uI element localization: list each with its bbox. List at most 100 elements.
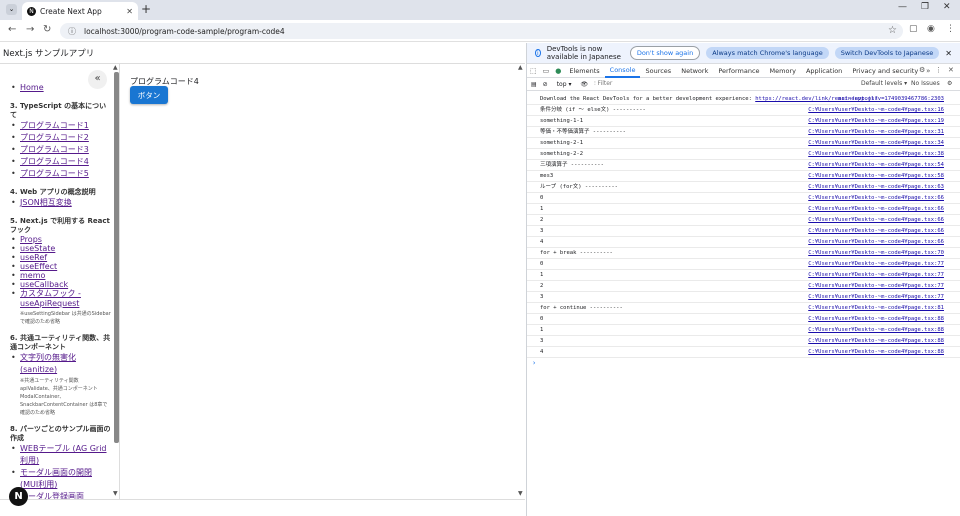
sidebar-item-code2[interactable]: プログラムコード2 bbox=[10, 132, 112, 144]
source-link[interactable]: C:¥Users¥user¥Deskto-~m-code4¥page.tsx:3… bbox=[808, 138, 944, 148]
source-link[interactable]: C:¥Users¥user¥Deskto-~m-code4¥page.tsx:8… bbox=[808, 314, 944, 324]
sidebar-item-web-table[interactable]: WEBテーブル (AG Grid利用) bbox=[10, 443, 112, 467]
close-devtools-icon[interactable]: ✕ bbox=[948, 66, 954, 74]
source-link[interactable]: C:¥Users¥user¥Deskto-~m-code4¥page.tsx:6… bbox=[808, 237, 944, 247]
source-link[interactable]: C:¥Users¥user¥Deskto-~m-code4¥page.tsx:6… bbox=[808, 226, 944, 236]
inspect-icon[interactable]: ⬚ bbox=[527, 67, 540, 75]
tab-console[interactable]: Console bbox=[604, 64, 641, 78]
sidebar-item-code5[interactable]: プログラムコード5 bbox=[10, 168, 112, 180]
info-icon: i bbox=[535, 49, 541, 57]
back-icon[interactable]: ← bbox=[8, 24, 16, 35]
sidebar-toggle-icon[interactable]: ▤ bbox=[531, 81, 537, 88]
address-bar[interactable]: ⓘ localhost:3000/program-code-sample/pro… bbox=[60, 23, 903, 39]
source-link[interactable]: C:¥Users¥user¥Deskto-~m-code4¥page.tsx:7… bbox=[808, 248, 944, 258]
sidebar-item-code4[interactable]: プログラムコード4 bbox=[10, 156, 112, 168]
sidebar-item-json[interactable]: JSON相互変換 bbox=[10, 197, 112, 209]
match-language-button[interactable]: Always match Chrome's language bbox=[706, 47, 829, 59]
issues-counter[interactable]: No Issues bbox=[911, 80, 940, 87]
tab-search-icon[interactable]: ⌄ bbox=[6, 4, 17, 15]
source-link[interactable]: C:¥Users¥user¥Deskto-~m-code4¥page.tsx:8… bbox=[808, 325, 944, 335]
source-link[interactable]: C:¥Users¥user¥Deskto-~m-code4¥page.tsx:5… bbox=[808, 160, 944, 170]
filter-input[interactable]: ⫶ Filter bbox=[594, 80, 774, 88]
sidebar-note: ※useSettingSidebar は共通のSidebarで確認のため省略 bbox=[20, 311, 111, 325]
source-link[interactable]: C:¥Users¥user¥Deskto-~m-code4¥page.tsx:1… bbox=[808, 105, 944, 115]
action-button[interactable]: ボタン bbox=[130, 86, 168, 104]
source-link[interactable]: C:¥Users¥user¥Deskto-~m-code4¥page.tsx:6… bbox=[808, 193, 944, 203]
sidebar-item-usecallback[interactable]: useCallback bbox=[10, 280, 112, 289]
source-link[interactable]: C:¥Users¥user¥Deskto-~m-code4¥page.tsx:8… bbox=[808, 336, 944, 346]
extension-icon[interactable]: ▢ bbox=[909, 24, 918, 34]
source-link[interactable]: C:¥Users¥user¥Deskto-~m-code4¥page.tsx:7… bbox=[808, 292, 944, 302]
sidebar-item-props[interactable]: Props bbox=[10, 235, 112, 244]
source-link[interactable]: C:¥Users¥user¥Deskto-~m-code4¥page.tsx:8… bbox=[808, 347, 944, 357]
settings-gear-icon[interactable]: ⚙ bbox=[919, 66, 925, 74]
source-link[interactable]: C:¥Users¥user¥Deskto-~m-code4¥page.tsx:3… bbox=[808, 127, 944, 137]
sidebar-item-modal[interactable]: モーダル画面の開閉 (MUI利用) bbox=[10, 467, 112, 491]
bookmark-star-icon[interactable]: ☆ bbox=[888, 25, 897, 36]
live-expression-icon[interactable]: 👁 bbox=[580, 81, 588, 88]
tab-elements[interactable]: Elements bbox=[564, 64, 604, 78]
clear-console-icon[interactable]: ⊘ bbox=[543, 81, 548, 88]
tab-sources[interactable]: Sources bbox=[640, 64, 676, 78]
log-levels-select[interactable]: Default levels ▾ bbox=[861, 80, 907, 87]
source-link[interactable]: C:¥Users¥user¥Deskto-~m-code4¥page.tsx:3… bbox=[808, 149, 944, 159]
source-link[interactable]: C:¥Users¥user¥Deskto-~m-code4¥page.tsx:6… bbox=[808, 182, 944, 192]
console-row: 2 C:¥Users¥user¥Deskto-~m-code4¥page.tsx:… bbox=[527, 281, 960, 292]
tab-application[interactable]: Application bbox=[801, 64, 847, 78]
sidebar-item-memo[interactable]: memo bbox=[10, 271, 112, 280]
switch-language-button[interactable]: Switch DevTools to Japanese bbox=[834, 47, 940, 59]
source-link[interactable]: C:¥Users¥user¥Deskto-~m-code4¥page.tsx:6… bbox=[808, 204, 944, 214]
dont-show-again-button[interactable]: Don't show again bbox=[629, 46, 701, 60]
tab-memory[interactable]: Memory bbox=[765, 64, 801, 78]
scroll-up-icon[interactable]: ▲ bbox=[518, 64, 523, 71]
tab-performance[interactable]: Performance bbox=[713, 64, 764, 78]
profile-icon[interactable]: ◉ bbox=[927, 24, 935, 34]
source-link[interactable]: C:¥Users¥user¥Deskto-~m-code4¥page.tsx:5… bbox=[808, 171, 944, 181]
source-link[interactable]: C:¥Users¥user¥Deskto-~m-code4¥page.tsx:7… bbox=[808, 281, 944, 291]
sidebar-item-custom-hook[interactable]: カスタムフック - useApiRequest bbox=[10, 289, 112, 309]
sidebar-item-home[interactable]: Home bbox=[10, 82, 112, 94]
more-options-icon[interactable]: ⋮ bbox=[935, 66, 942, 74]
nextjs-favicon-icon: N bbox=[27, 6, 36, 16]
scroll-up-icon[interactable]: ▲ bbox=[113, 64, 118, 71]
close-window-icon[interactable]: ✕ bbox=[943, 2, 951, 12]
console-settings-icon[interactable]: ⚙ bbox=[947, 80, 952, 87]
source-link[interactable]: C:¥Users¥user¥Deskto-~m-code4¥page.tsx:7… bbox=[808, 270, 944, 280]
source-link[interactable]: C:¥Users¥user¥Deskto-~m-code4¥page.tsx:1… bbox=[808, 116, 944, 126]
nextjs-devtools-badge[interactable]: N bbox=[9, 487, 28, 506]
close-infobar-icon[interactable]: ✕ bbox=[945, 49, 952, 58]
menu-icon[interactable]: ⋮ bbox=[946, 24, 955, 34]
react-icon[interactable]: ● bbox=[552, 67, 564, 75]
source-link[interactable]: main-app.js?v=1749039467786:2303 bbox=[838, 94, 944, 104]
sidebar-item-useeffect[interactable]: useEffect bbox=[10, 262, 112, 271]
sidebar-item-sanitize[interactable]: 文字列の無害化 (sanitize) bbox=[10, 352, 112, 376]
console-prompt-row[interactable]: › bbox=[527, 358, 960, 369]
reload-icon[interactable]: ↻ bbox=[43, 24, 51, 35]
new-tab-button[interactable]: + bbox=[141, 2, 151, 16]
tab-network[interactable]: Network bbox=[676, 64, 713, 78]
source-link[interactable]: C:¥Users¥user¥Deskto-~m-code4¥page.tsx:6… bbox=[808, 215, 944, 225]
site-info-icon[interactable]: ⓘ bbox=[68, 26, 76, 37]
source-link[interactable]: C:¥Users¥user¥Deskto-~m-code4¥page.tsx:8… bbox=[808, 303, 944, 313]
sidebar-scrollbar[interactable]: ▲ ▼ bbox=[113, 64, 119, 499]
sidebar-item-usestate[interactable]: useState bbox=[10, 244, 112, 253]
tab-privacy[interactable]: Privacy and security bbox=[847, 64, 923, 78]
sidebar-item-code3[interactable]: プログラムコード3 bbox=[10, 144, 112, 156]
console-row: something-2-1 C:¥Users¥user¥Deskto-~m-cod… bbox=[527, 138, 960, 149]
sidebar-item-code1[interactable]: プログラムコード1 bbox=[10, 120, 112, 132]
scroll-down-icon[interactable]: ▼ bbox=[113, 490, 118, 497]
scroll-down-icon[interactable]: ▼ bbox=[518, 490, 523, 497]
device-toolbar-icon[interactable]: ▭ bbox=[540, 67, 553, 75]
browser-tab[interactable]: N Create Next App ✕ bbox=[22, 2, 138, 20]
restore-icon[interactable]: ❐ bbox=[921, 2, 929, 12]
main-scrollbar[interactable]: ▲ ▼ bbox=[517, 64, 525, 497]
close-tab-icon[interactable]: ✕ bbox=[126, 7, 133, 16]
web-page: Next.js サンプルアプリ « Home 3. TypeScript の基本… bbox=[0, 43, 525, 516]
context-select[interactable]: top ▾ bbox=[554, 81, 575, 88]
scrollbar-thumb[interactable] bbox=[114, 72, 119, 443]
minimize-icon[interactable]: — bbox=[898, 2, 907, 12]
forward-icon[interactable]: → bbox=[26, 24, 34, 35]
sidebar-item-useref[interactable]: useRef bbox=[10, 253, 112, 262]
source-link[interactable]: C:¥Users¥user¥Deskto-~m-code4¥page.tsx:7… bbox=[808, 259, 944, 269]
console-message: 条件分岐 (if 〜 else文) ---------- bbox=[540, 107, 646, 113]
